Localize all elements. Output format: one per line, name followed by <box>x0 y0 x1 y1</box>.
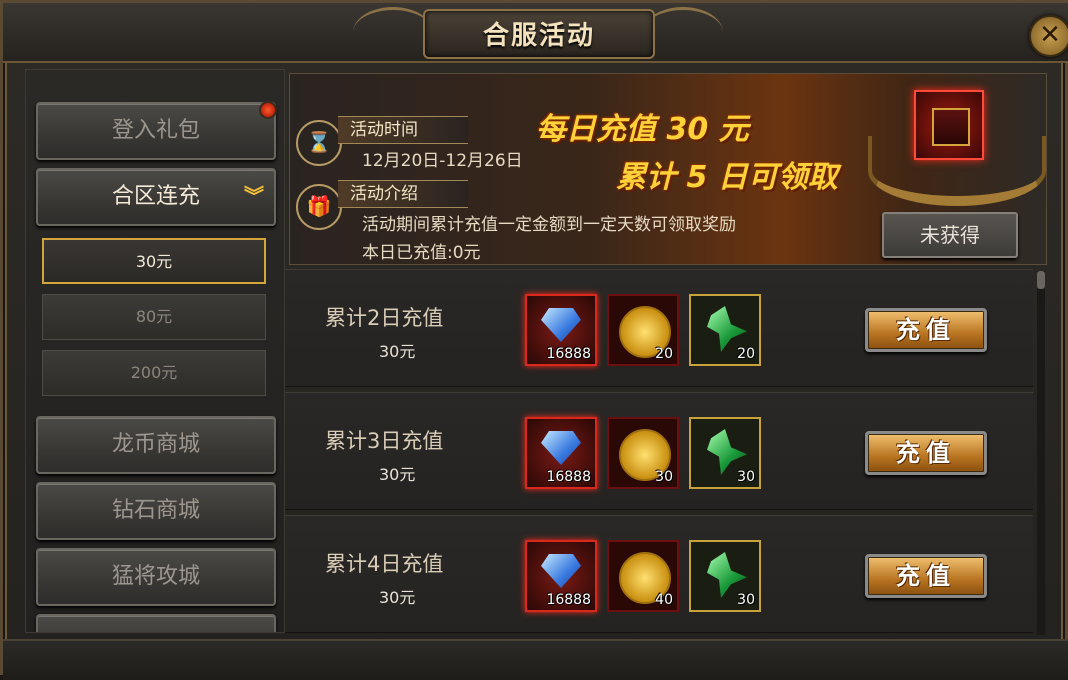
list-scrollbar[interactable] <box>1037 271 1045 635</box>
time-label: 活动时间 <box>338 116 468 144</box>
item-quantity: 30 <box>737 469 755 485</box>
diamond-item[interactable]: 16888 <box>525 294 597 366</box>
item-quantity: 30 <box>737 592 755 608</box>
shard-item[interactable]: 30 <box>689 417 761 489</box>
diamond-icon <box>541 308 581 342</box>
sidebar-item-more[interactable] <box>36 614 276 632</box>
row-amount: 30元 <box>379 588 416 607</box>
reward-row: 累计2日充值 30元 16888 20 20 充值 <box>285 269 1033 387</box>
item-quantity: 20 <box>737 346 755 362</box>
title-bar: 合服活动 ✕ <box>3 3 1068 63</box>
recharge-button[interactable]: 充值 <box>865 554 987 598</box>
gift-icon: 🎁 <box>296 184 342 230</box>
window-title: 合服活动 <box>482 21 595 51</box>
shard-item[interactable]: 30 <box>689 540 761 612</box>
activity-window: 合服活动 ✕ 登入礼包 合区连充 ︾ 30元 80元 200元 龙币商城 钻石商… <box>0 0 1068 680</box>
reward-chest-icon[interactable] <box>914 90 984 160</box>
intro-label: 活动介绍 <box>338 180 468 208</box>
coin-item[interactable]: 40 <box>607 540 679 612</box>
row-title: 累计3日充值 <box>325 429 444 453</box>
coin-item[interactable]: 20 <box>607 294 679 366</box>
sidebar-item-siege[interactable]: 猛将攻城 <box>36 548 276 606</box>
reward-row: 累计4日充值 30元 16888 40 30 充值 <box>285 515 1033 633</box>
item-quantity: 16888 <box>546 592 591 608</box>
promo-daily-amount: 每日充值 30 元 <box>536 112 749 147</box>
activity-banner: ⌛ 活动时间 12月20日-12月26日 🎁 活动介绍 活动期间累计充值一定金额… <box>289 73 1047 265</box>
diamond-icon <box>541 431 581 465</box>
shard-item[interactable]: 20 <box>689 294 761 366</box>
close-button[interactable]: ✕ <box>1029 15 1068 57</box>
diamond-item[interactable]: 16888 <box>525 540 597 612</box>
intro-text: 活动期间累计充值一定金额到一定天数可领取奖励 <box>362 215 736 235</box>
row-title: 累计4日充值 <box>325 552 444 576</box>
sub-item-30[interactable]: 30元 <box>42 238 266 284</box>
recharge-button[interactable]: 充值 <box>865 431 987 475</box>
sidebar-item-dragon-shop[interactable]: 龙币商城 <box>36 416 276 474</box>
sub-item-200[interactable]: 200元 <box>42 350 266 396</box>
coin-item[interactable]: 30 <box>607 417 679 489</box>
bottom-frame <box>3 639 1068 680</box>
promo-days-required: 累计 5 日可领取 <box>616 160 838 195</box>
diamond-icon <box>541 554 581 588</box>
row-amount: 30元 <box>379 465 416 484</box>
item-quantity: 40 <box>655 592 673 608</box>
reward-list: 累计2日充值 30元 16888 20 20 充值 累计3日充值 30元 168… <box>285 269 1051 635</box>
item-quantity: 16888 <box>546 346 591 362</box>
diamond-item[interactable]: 16888 <box>525 417 597 489</box>
scroll-thumb[interactable] <box>1037 271 1045 289</box>
title-ornament-left <box>353 7 433 58</box>
sidebar-item-merge-recharge[interactable]: 合区连充 <box>36 168 276 226</box>
close-icon: ✕ <box>1039 20 1061 50</box>
time-value: 12月20日-12月26日 <box>362 151 523 171</box>
title-ornament-right <box>643 7 723 58</box>
chevron-down-icon: ︾ <box>244 184 264 208</box>
claim-status-button[interactable]: 未获得 <box>882 212 1018 258</box>
row-amount: 30元 <box>379 342 416 361</box>
item-quantity: 30 <box>655 469 673 485</box>
reward-row: 累计3日充值 30元 16888 30 30 充值 <box>285 392 1033 510</box>
row-title: 累计2日充值 <box>325 306 444 330</box>
hourglass-icon: ⌛ <box>296 120 342 166</box>
item-quantity: 16888 <box>546 469 591 485</box>
sidebar: 登入礼包 合区连充 ︾ 30元 80元 200元 龙币商城 钻石商城 猛将攻城 <box>25 69 285 633</box>
sidebar-item-login-gift[interactable]: 登入礼包 <box>36 102 276 160</box>
item-quantity: 20 <box>655 346 673 362</box>
notification-dot <box>259 101 277 119</box>
sub-item-80[interactable]: 80元 <box>42 294 266 340</box>
today-recharged: 本日已充值:0元 <box>362 243 481 263</box>
recharge-button[interactable]: 充值 <box>865 308 987 352</box>
sidebar-item-diamond-shop[interactable]: 钻石商城 <box>36 482 276 540</box>
